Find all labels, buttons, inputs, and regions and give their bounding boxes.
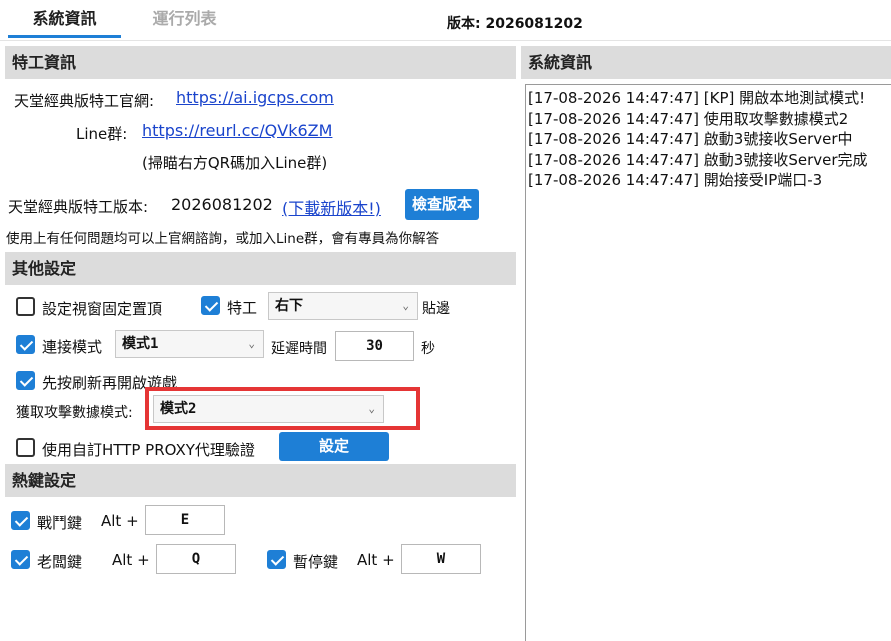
refresh-first-checkbox[interactable] <box>16 371 35 390</box>
boss-key-modifier: Alt + <box>112 551 150 569</box>
download-link[interactable]: (下載新版本!) <box>282 195 381 219</box>
delay-input[interactable]: 30 <box>335 331 414 361</box>
version-header: 版本: 2026081202 <box>447 16 583 32</box>
http-proxy-label: 使用自訂HTTP PROXY代理驗證 <box>42 441 255 459</box>
boss-key-input[interactable]: Q <box>156 544 236 574</box>
http-proxy-checkbox[interactable] <box>16 438 35 457</box>
system-log-panel[interactable]: [17-08-2026 14:47:47] [KP] 開啟本地測試模式! [17… <box>525 84 891 641</box>
edge-suffix-label: 貼邊 <box>422 301 450 317</box>
section-agent-info: 特工資訊 <box>5 46 516 79</box>
delay-unit: 秒 <box>421 341 435 357</box>
agent-position-select[interactable]: 右下 ⌄ <box>268 292 418 320</box>
connect-mode-checkbox[interactable] <box>16 335 35 354</box>
agent-label: 特工 <box>227 299 258 317</box>
section-other-settings: 其他設定 <box>5 252 516 285</box>
proxy-settings-button[interactable]: 設定 <box>279 432 389 461</box>
log-line: [17-08-2026 14:47:47] 使用取攻擊數據模式2 <box>528 109 849 128</box>
section-system-log: 系統資訊 <box>521 46 891 79</box>
help-text: 使用上有任何問題均可以上官網諮詢，或加入Line群，會有專員為你解答 <box>6 231 440 247</box>
attack-data-mode-label: 獲取攻擊數據模式: <box>16 405 133 421</box>
connect-mode-value: 模式1 <box>122 336 159 352</box>
log-line: [17-08-2026 14:47:47] 啟動3號接收Server完成 <box>528 150 868 169</box>
section-hotkeys: 熱鍵設定 <box>5 464 516 497</box>
battle-key-input[interactable]: E <box>145 505 225 535</box>
pin-window-label: 設定視窗固定置頂 <box>42 300 163 318</box>
pause-key-label: 暫停鍵 <box>293 553 339 571</box>
pause-key-input[interactable]: W <box>401 544 481 574</box>
agent-checkbox[interactable] <box>201 296 220 315</box>
connect-mode-select[interactable]: 模式1 ⌄ <box>115 330 264 358</box>
pause-key-checkbox[interactable] <box>267 550 286 569</box>
check-version-button[interactable]: 檢查版本 <box>405 189 479 220</box>
site-link[interactable]: https://ai.igcps.com <box>176 88 334 107</box>
line-label: Line群: <box>76 125 128 143</box>
delay-label: 延遲時間 <box>271 341 327 357</box>
tab-divider <box>0 40 891 41</box>
version-value: 2026081202 <box>171 195 273 214</box>
log-line: [17-08-2026 14:47:47] 開始接受IP端口-3 <box>528 171 823 189</box>
battle-key-modifier: Alt + <box>101 512 139 530</box>
battle-key-checkbox[interactable] <box>11 511 30 530</box>
pause-key-modifier: Alt + <box>357 551 395 569</box>
log-line: [17-08-2026 14:47:47] [KP] 開啟本地測試模式! <box>528 89 866 107</box>
boss-key-label: 老闆鍵 <box>37 553 83 571</box>
site-label: 天堂經典版特工官網: <box>14 92 155 110</box>
tab-run-list[interactable]: 運行列表 <box>128 0 241 38</box>
boss-key-checkbox[interactable] <box>11 550 30 569</box>
agent-position-value: 右下 <box>275 298 303 314</box>
pin-window-checkbox[interactable] <box>16 297 35 316</box>
chevron-down-icon: ⌄ <box>402 299 409 312</box>
qr-note: (掃瞄右方QR碼加入Line群) <box>142 154 328 172</box>
log-line: [17-08-2026 14:47:47] 啟動3號接收Server中 <box>528 130 853 148</box>
highlight-box <box>145 387 420 430</box>
line-link[interactable]: https://reurl.cc/QVk6ZM <box>142 121 332 140</box>
chevron-down-icon: ⌄ <box>248 337 255 350</box>
tab-system-info[interactable]: 系統資訊 <box>8 0 121 38</box>
battle-key-label: 戰鬥鍵 <box>37 514 83 532</box>
version-label: 天堂經典版特工版本: <box>8 198 149 216</box>
connect-mode-label: 連接模式 <box>42 338 103 356</box>
